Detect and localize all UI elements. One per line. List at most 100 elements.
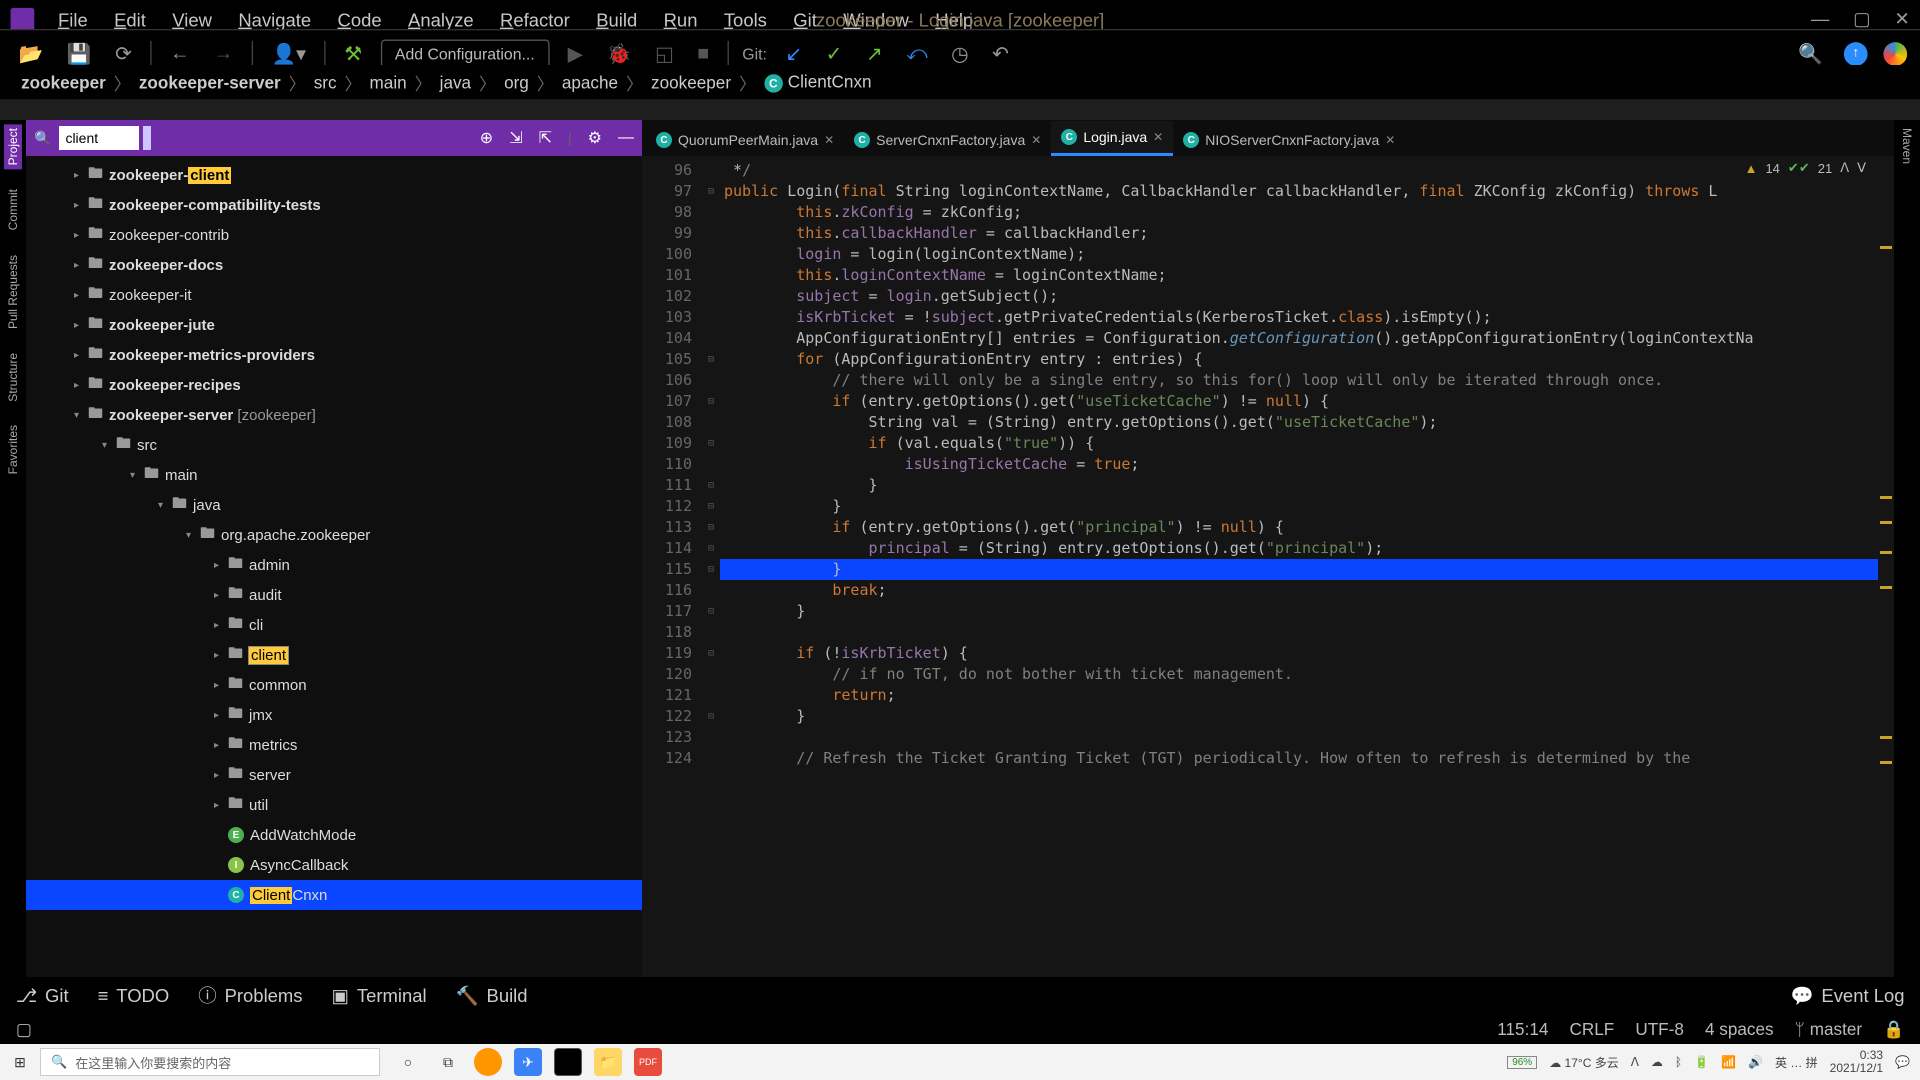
strip-commit[interactable]: Commit bbox=[4, 185, 22, 234]
editor-tab[interactable]: CLogin.java✕ bbox=[1051, 121, 1173, 156]
indent-setting[interactable]: 4 spaces bbox=[1705, 1019, 1774, 1039]
editor-tab[interactable]: CQuorumPeerMain.java✕ bbox=[646, 124, 844, 156]
windows-search-box[interactable]: 🔍 在这里输入你要搜索的内容 bbox=[40, 1048, 380, 1076]
power-icon[interactable]: 🔋 bbox=[1694, 1055, 1709, 1069]
update-available-icon[interactable]: ↑ bbox=[1844, 42, 1868, 66]
breadcrumb-item[interactable]: org bbox=[496, 72, 537, 92]
back-button[interactable]: ← bbox=[165, 40, 195, 68]
tree-row[interactable]: 🖿server bbox=[26, 760, 642, 790]
close-tab-icon[interactable]: ✕ bbox=[824, 133, 834, 147]
tree-row[interactable]: 🖿zookeeper-docs bbox=[26, 250, 642, 280]
coverage-button[interactable]: ◱ bbox=[650, 39, 679, 68]
tree-row[interactable]: 🖿util bbox=[26, 790, 642, 820]
close-button[interactable]: ✕ bbox=[1894, 8, 1909, 30]
stop-button[interactable]: ■ bbox=[692, 40, 714, 68]
tree-row[interactable]: 🖿zookeeper-recipes bbox=[26, 370, 642, 400]
git-push-icon[interactable]: ↗ bbox=[861, 39, 888, 68]
file-explorer-icon[interactable]: 📁 bbox=[594, 1048, 622, 1076]
breadcrumb-item[interactable]: zookeeper-server bbox=[131, 72, 289, 92]
volume-icon[interactable]: 🔊 bbox=[1748, 1055, 1763, 1069]
clock[interactable]: 0:33 2021/12/1 bbox=[1830, 1049, 1883, 1075]
run-button[interactable]: ▶ bbox=[562, 39, 588, 68]
select-opened-file-icon[interactable]: ⊕ bbox=[480, 128, 493, 148]
ide-features-icon[interactable] bbox=[1883, 42, 1907, 66]
search-everywhere-icon[interactable]: 🔍 bbox=[1793, 39, 1828, 68]
maximize-button[interactable]: ▢ bbox=[1853, 8, 1870, 30]
notifications-icon[interactable]: 💬 bbox=[1895, 1055, 1910, 1069]
tree-row[interactable]: 🖿zookeeper-it bbox=[26, 280, 642, 310]
intellij-icon[interactable] bbox=[554, 1048, 582, 1076]
close-tab-icon[interactable]: ✕ bbox=[1031, 133, 1041, 147]
pdf-icon[interactable]: PDF bbox=[634, 1048, 662, 1076]
fold-gutter[interactable]: ⊟⊟⊟⊟⊟⊟⊟⊟⊟⊟⊟⊟ bbox=[702, 156, 720, 977]
minimize-button[interactable]: — bbox=[1811, 8, 1829, 30]
tree-row[interactable]: 🖿audit bbox=[26, 580, 642, 610]
file-encoding[interactable]: UTF-8 bbox=[1635, 1019, 1684, 1039]
lock-icon[interactable]: 🔒 bbox=[1883, 1019, 1904, 1040]
prev-highlight-button[interactable]: ᐱ bbox=[1840, 160, 1849, 176]
ime-indicator[interactable]: 英 … 拼 bbox=[1775, 1054, 1818, 1071]
todo-tool-window-button[interactable]: ≡ TODO bbox=[98, 985, 170, 1006]
git-tool-window-button[interactable]: ⎇ Git bbox=[16, 984, 69, 1006]
hide-icon[interactable]: — bbox=[618, 129, 634, 147]
tree-row[interactable]: 🖿java bbox=[26, 490, 642, 520]
tree-row[interactable]: 🖿zookeeper-compatibility-tests bbox=[26, 190, 642, 220]
tree-row[interactable]: EAddWatchMode bbox=[26, 820, 642, 850]
git-clock-icon[interactable]: ◷ bbox=[946, 39, 974, 68]
git-commit-icon[interactable]: ✓ bbox=[820, 39, 847, 68]
tree-row[interactable]: IAsyncCallback bbox=[26, 850, 642, 880]
editor-tab[interactable]: CServerCnxnFactory.java✕ bbox=[844, 124, 1051, 156]
error-stripe[interactable] bbox=[1878, 156, 1894, 977]
tree-row[interactable]: 🖿zookeeper-metrics-providers bbox=[26, 340, 642, 370]
tree-row[interactable]: 🖿main bbox=[26, 460, 642, 490]
event-log-button[interactable]: 💬 Event Log bbox=[1791, 984, 1905, 1006]
inspection-widget[interactable]: ▲14 ✔✔21 ᐱ ᐯ bbox=[1745, 160, 1866, 176]
line-number-gutter[interactable]: 9697989910010110210310410510610710810911… bbox=[642, 156, 702, 977]
git-branch-widget[interactable]: ᛘ master bbox=[1795, 1019, 1862, 1039]
tree-row[interactable]: CClientCnxn bbox=[26, 880, 642, 910]
breadcrumb-item[interactable]: zookeeper bbox=[13, 72, 114, 92]
battery-indicator[interactable]: 96% bbox=[1507, 1056, 1537, 1069]
tree-row[interactable]: 🖿src bbox=[26, 430, 642, 460]
task-view-icon[interactable]: ⧉ bbox=[434, 1048, 462, 1076]
tree-row[interactable]: 🖿jmx bbox=[26, 700, 642, 730]
save-icon[interactable]: 💾 bbox=[62, 39, 97, 68]
next-highlight-button[interactable]: ᐯ bbox=[1857, 160, 1866, 176]
project-tree[interactable]: 🖿zookeeper-client🖿zookeeper-compatibilit… bbox=[26, 156, 642, 977]
tray-chevron-icon[interactable]: ᐱ bbox=[1631, 1055, 1639, 1069]
open-icon[interactable]: 📂 bbox=[13, 39, 48, 68]
strip-pull-requests[interactable]: Pull Requests bbox=[4, 251, 22, 333]
forward-button[interactable]: → bbox=[208, 40, 238, 68]
search-dropdown[interactable] bbox=[143, 126, 151, 150]
firefox-icon[interactable] bbox=[474, 1048, 502, 1076]
git-update-icon[interactable]: ↙ bbox=[780, 39, 807, 68]
breadcrumb-item[interactable]: apache bbox=[554, 72, 626, 92]
breadcrumb-item[interactable]: main bbox=[362, 72, 415, 92]
collapse-all-icon[interactable]: ⇱ bbox=[539, 128, 552, 148]
feishu-icon[interactable]: ✈ bbox=[514, 1048, 542, 1076]
cortana-icon[interactable]: ○ bbox=[394, 1048, 422, 1076]
settings-icon[interactable]: ⚙ bbox=[588, 128, 602, 148]
tree-row[interactable]: 🖿common bbox=[26, 670, 642, 700]
tree-row[interactable]: 🖿zookeeper-jute bbox=[26, 310, 642, 340]
editor-tab[interactable]: CNIOServerCnxnFactory.java✕ bbox=[1173, 124, 1405, 156]
close-tab-icon[interactable]: ✕ bbox=[1153, 130, 1163, 144]
onedrive-icon[interactable]: ☁ bbox=[1651, 1055, 1663, 1069]
git-history-icon[interactable]: ⤺ bbox=[901, 40, 933, 68]
user-icon[interactable]: 👤▾ bbox=[266, 39, 311, 68]
tree-row[interactable]: 🖿zookeeper-contrib bbox=[26, 220, 642, 250]
tree-row[interactable]: 🖿zookeeper-server [zookeeper] bbox=[26, 400, 642, 430]
start-button[interactable]: ⊞ bbox=[0, 1054, 40, 1071]
hammer-icon[interactable]: ⚒ bbox=[339, 39, 367, 68]
problems-tool-window-button[interactable]: ⓘ Problems bbox=[198, 982, 302, 1008]
debug-button[interactable]: 🐞 bbox=[601, 39, 636, 68]
breadcrumb-item[interactable]: CClientCnxn bbox=[756, 72, 879, 93]
tree-row[interactable]: 🖿metrics bbox=[26, 730, 642, 760]
strip-maven[interactable]: Maven bbox=[1898, 124, 1916, 168]
strip-project[interactable]: Project bbox=[4, 124, 22, 169]
tree-row[interactable]: 🖿zookeeper-client bbox=[26, 160, 642, 190]
tree-row[interactable]: 🖿org.apache.zookeeper bbox=[26, 520, 642, 550]
code-area[interactable]: */public Login(final String loginContext… bbox=[720, 156, 1878, 977]
status-box-icon[interactable]: ▢ bbox=[16, 1019, 32, 1040]
strip-favorites[interactable]: Favorites bbox=[4, 421, 22, 478]
